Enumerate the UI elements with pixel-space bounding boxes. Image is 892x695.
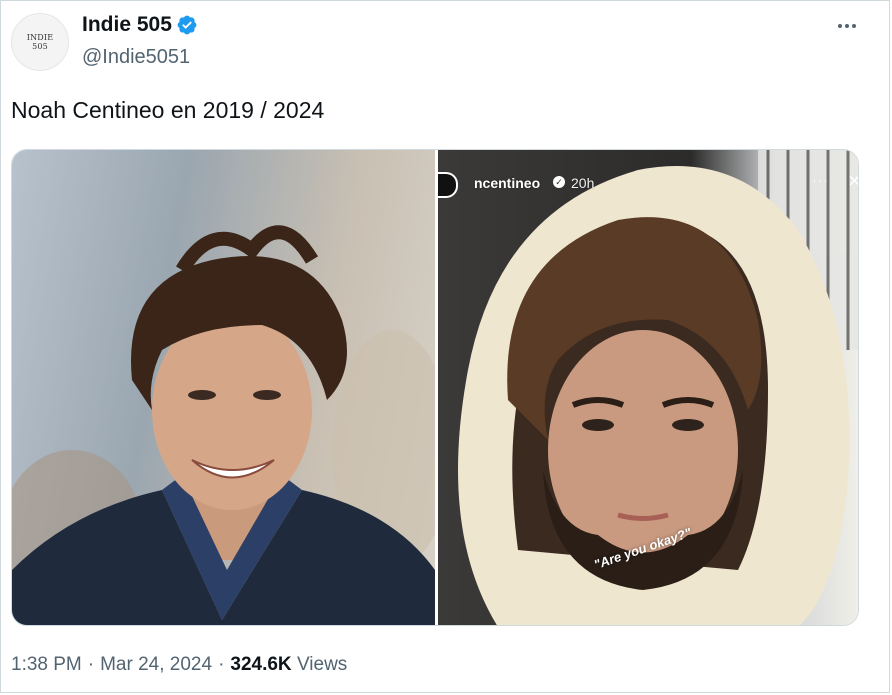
display-name[interactable]: Indie 505 xyxy=(82,13,172,37)
story-time: 20h xyxy=(571,175,595,191)
avatar[interactable]: INDIE 505 xyxy=(11,13,69,71)
story-username: ncentineo xyxy=(474,175,541,191)
tweet-time[interactable]: 1:38 PM xyxy=(11,654,82,676)
avatar-text-line1: INDIE xyxy=(26,33,54,42)
tweet-text: Noah Centineo en 2019 / 2024 xyxy=(11,97,325,123)
tweet-meta: 1:38 PM · Mar 24, 2024 · 324.6K Views xyxy=(11,654,347,676)
story-header: ncentineo ✓ 20h ··· × xyxy=(438,168,858,198)
media-grid[interactable]: ncentineo ✓ 20h ··· × "Are you okay?" xyxy=(11,149,859,626)
tweet-card: INDIE 505 Indie 505 @Indie5051 Noah Cent… xyxy=(0,0,890,693)
story-avatar xyxy=(438,172,458,198)
story-verified-icon: ✓ xyxy=(553,176,565,188)
meta-separator: · xyxy=(218,654,225,675)
photo-2019[interactable] xyxy=(12,150,435,625)
meta-separator: · xyxy=(87,654,95,675)
more-icon[interactable] xyxy=(829,11,865,41)
portrait-2019-illustration xyxy=(12,225,435,625)
author-name-row: Indie 505 xyxy=(82,13,198,37)
story-more-icon: ··· xyxy=(812,172,829,188)
avatar-text-line2: 505 xyxy=(32,42,48,51)
views-count[interactable]: 324.6K xyxy=(230,654,291,675)
tweet-date[interactable]: Mar 24, 2024 xyxy=(100,654,212,676)
photo-2024-story[interactable]: ncentineo ✓ 20h ··· × "Are you okay?" xyxy=(438,150,858,625)
story-close-icon: × xyxy=(848,168,858,194)
views-label: Views xyxy=(296,654,348,675)
handle[interactable]: @Indie5051 xyxy=(82,46,190,69)
portrait-2024-illustration xyxy=(458,150,858,625)
verified-badge-icon[interactable] xyxy=(176,14,198,36)
